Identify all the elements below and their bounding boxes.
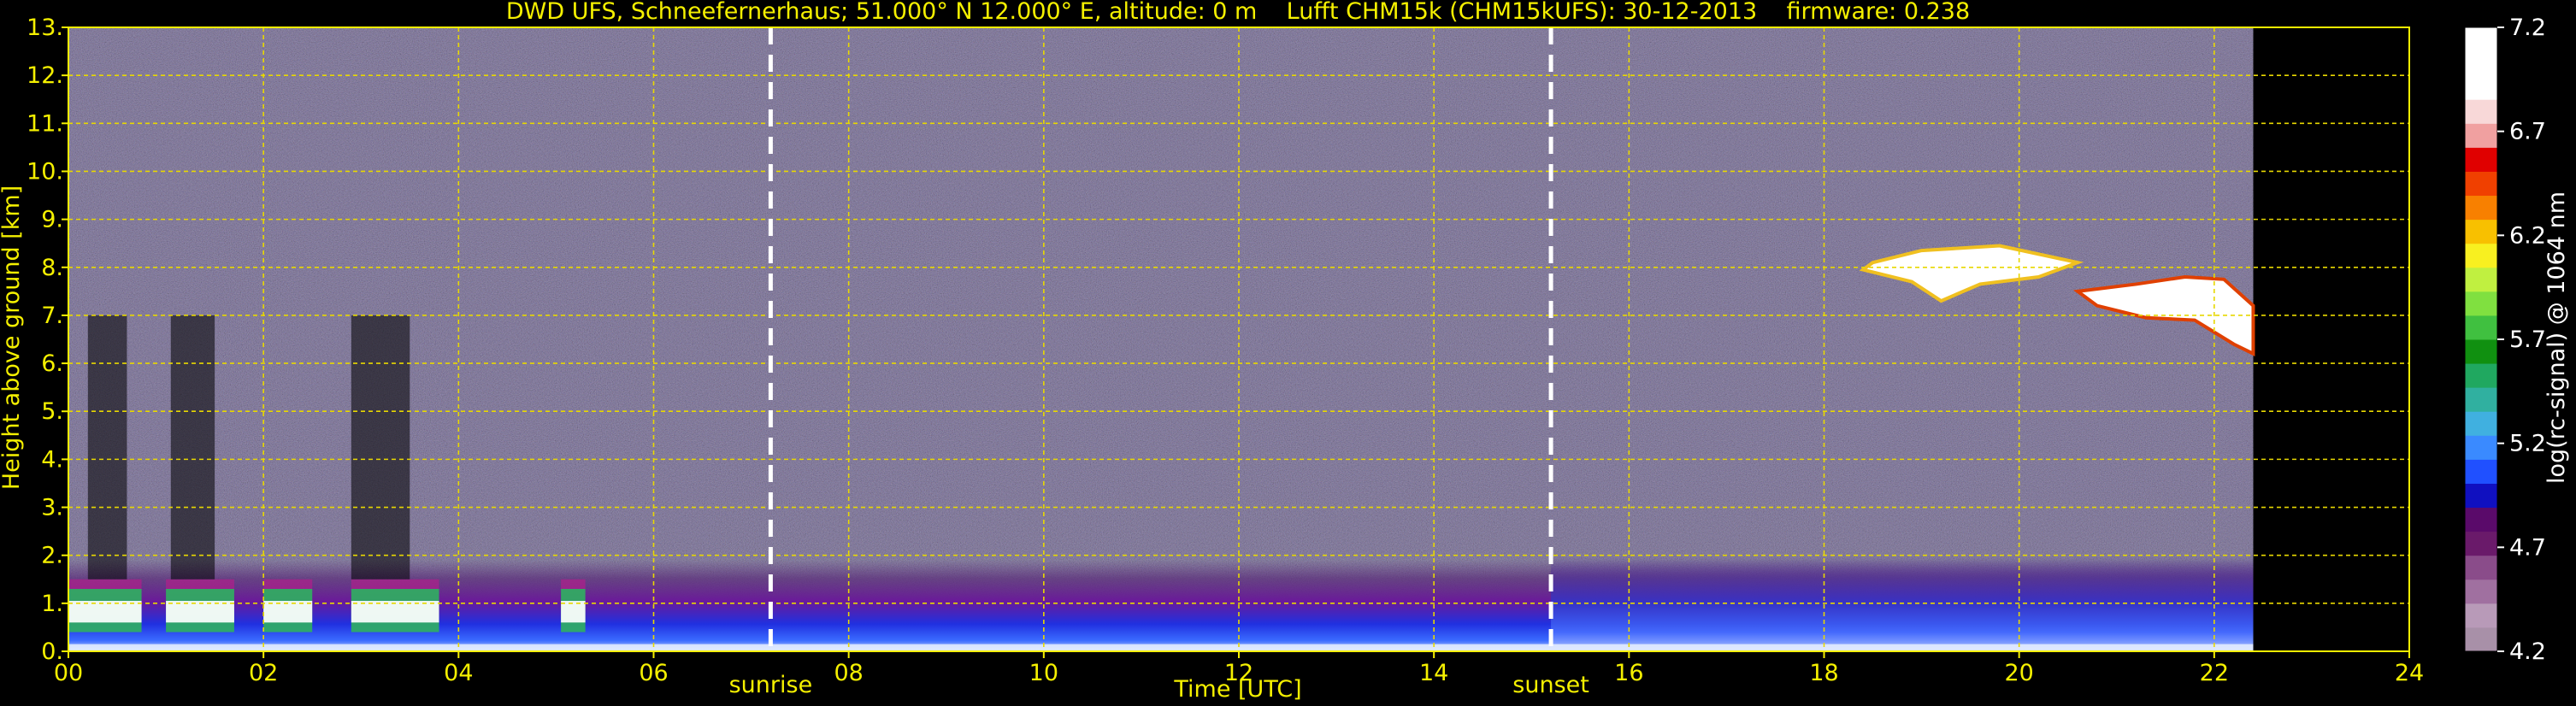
y-tick-label: 8. [41, 255, 63, 281]
x-tick-label: 14 [1419, 660, 1448, 686]
low-cloud-core [561, 601, 586, 623]
colorbar: 7.2 6.7 6.2 5.7 5.2 4.7 4.2 [2464, 15, 2546, 665]
x-tick-label: 10 [1029, 660, 1058, 686]
colorbar-label: log(rc-signal) @ 1064 nm [2544, 191, 2570, 484]
colorbar-tick-label: 5.7 [2509, 327, 2546, 353]
colorbar-segment [2465, 291, 2497, 316]
colorbar-tick-label: 6.7 [2509, 119, 2546, 145]
low-cloud-fringe [351, 579, 439, 589]
low-cloud-core [351, 601, 439, 623]
colorbar-segment [2465, 387, 2497, 412]
colorbar-tick-label: 7.2 [2509, 15, 2546, 41]
low-cloud-fringe [561, 579, 586, 589]
low-cloud-core [68, 601, 142, 623]
chart-title: DWD UFS, Schneefernerhaus; 51.000° N 12.… [506, 0, 1970, 25]
sunset-label: sunset [1512, 672, 1589, 698]
x-tick-label: 22 [2200, 660, 2229, 686]
colorbar-segment [2465, 315, 2497, 340]
colorbar-segment [2465, 243, 2497, 268]
y-tick-label: 0. [41, 638, 63, 665]
colorbar-segment [2465, 531, 2497, 556]
lidar-quicklook: sunrise sunset 00 02 04 06 08 10 12 14 16 18 20 22 24… [0, 0, 2576, 706]
colorbar-segment [2465, 411, 2497, 436]
y-tick-label: 7. [41, 303, 63, 329]
colorbar-segment [2465, 195, 2497, 221]
sunrise-label: sunrise [729, 672, 813, 698]
y-tick-label: 11. [27, 110, 63, 137]
y-tick-label: 1. [41, 591, 63, 617]
colorbar-segment [2465, 603, 2497, 628]
y-tick-label: 2. [41, 543, 63, 569]
colorbar-segment [2465, 579, 2497, 604]
colorbar-tick-label: 4.2 [2509, 638, 2546, 665]
x-tick-label: 18 [1809, 660, 1838, 686]
x-tick-label: 08 [834, 660, 863, 686]
y-tick-label: 3. [41, 495, 63, 521]
x-tick-label: 16 [1614, 660, 1643, 686]
colorbar-segment [2465, 123, 2497, 148]
x-tick-label: 24 [2395, 660, 2424, 686]
colorbar-segment [2465, 27, 2497, 52]
cloud-shadow-column [170, 315, 215, 580]
colorbar-segment [2465, 507, 2497, 532]
colorbar-segment [2465, 483, 2497, 509]
colorbar-tick-label: 6.2 [2509, 222, 2546, 249]
colorbar-segment [2465, 435, 2497, 460]
y-tick-label: 12. [27, 62, 63, 89]
low-cloud-fringe [263, 579, 313, 589]
colorbar-segment [2465, 75, 2497, 100]
colorbar-segment [2465, 219, 2497, 244]
x-tick-label: 06 [639, 660, 668, 686]
colorbar-segment [2465, 147, 2497, 172]
x-tick-label: 20 [2004, 660, 2033, 686]
colorbar-segment [2465, 363, 2497, 388]
colorbar-tick-label: 5.2 [2509, 431, 2546, 457]
colorbar-segment [2465, 267, 2497, 292]
near-ground-signal [68, 644, 2254, 651]
y-tick-label: 13. [27, 15, 63, 41]
colorbar-segment [2465, 339, 2497, 364]
y-tick-label: 4. [41, 446, 63, 473]
x-tick-label: 02 [249, 660, 278, 686]
colorbar-segment [2465, 51, 2497, 76]
y-axis-label: Height above ground [km] [0, 185, 25, 490]
y-tick-label: 5. [41, 398, 63, 425]
cloud-shadow-column [87, 315, 127, 580]
y-tick-label: 10. [27, 158, 63, 185]
y-tick-label: 6. [41, 350, 63, 377]
colorbar-segment [2465, 99, 2497, 124]
low-cloud-fringe [68, 579, 142, 589]
colorbar-segment [2465, 627, 2497, 652]
cloud-shadow-column [351, 315, 410, 580]
colorbar-segment [2465, 555, 2497, 580]
chart-svg: sunrise sunset 00 02 04 06 08 10 12 14 16 18 20 22 24… [0, 0, 2570, 703]
colorbar-segment [2465, 459, 2497, 484]
x-tick-label: 04 [444, 660, 473, 686]
low-cloud-core [263, 601, 313, 623]
colorbar-segment [2465, 171, 2497, 197]
low-cloud-fringe [166, 579, 234, 589]
low-cloud-core [166, 601, 234, 623]
x-axis-label: Time [UTC] [1173, 676, 1301, 703]
y-tick-label: 9. [41, 207, 63, 233]
colorbar-tick-label: 4.7 [2509, 534, 2546, 561]
